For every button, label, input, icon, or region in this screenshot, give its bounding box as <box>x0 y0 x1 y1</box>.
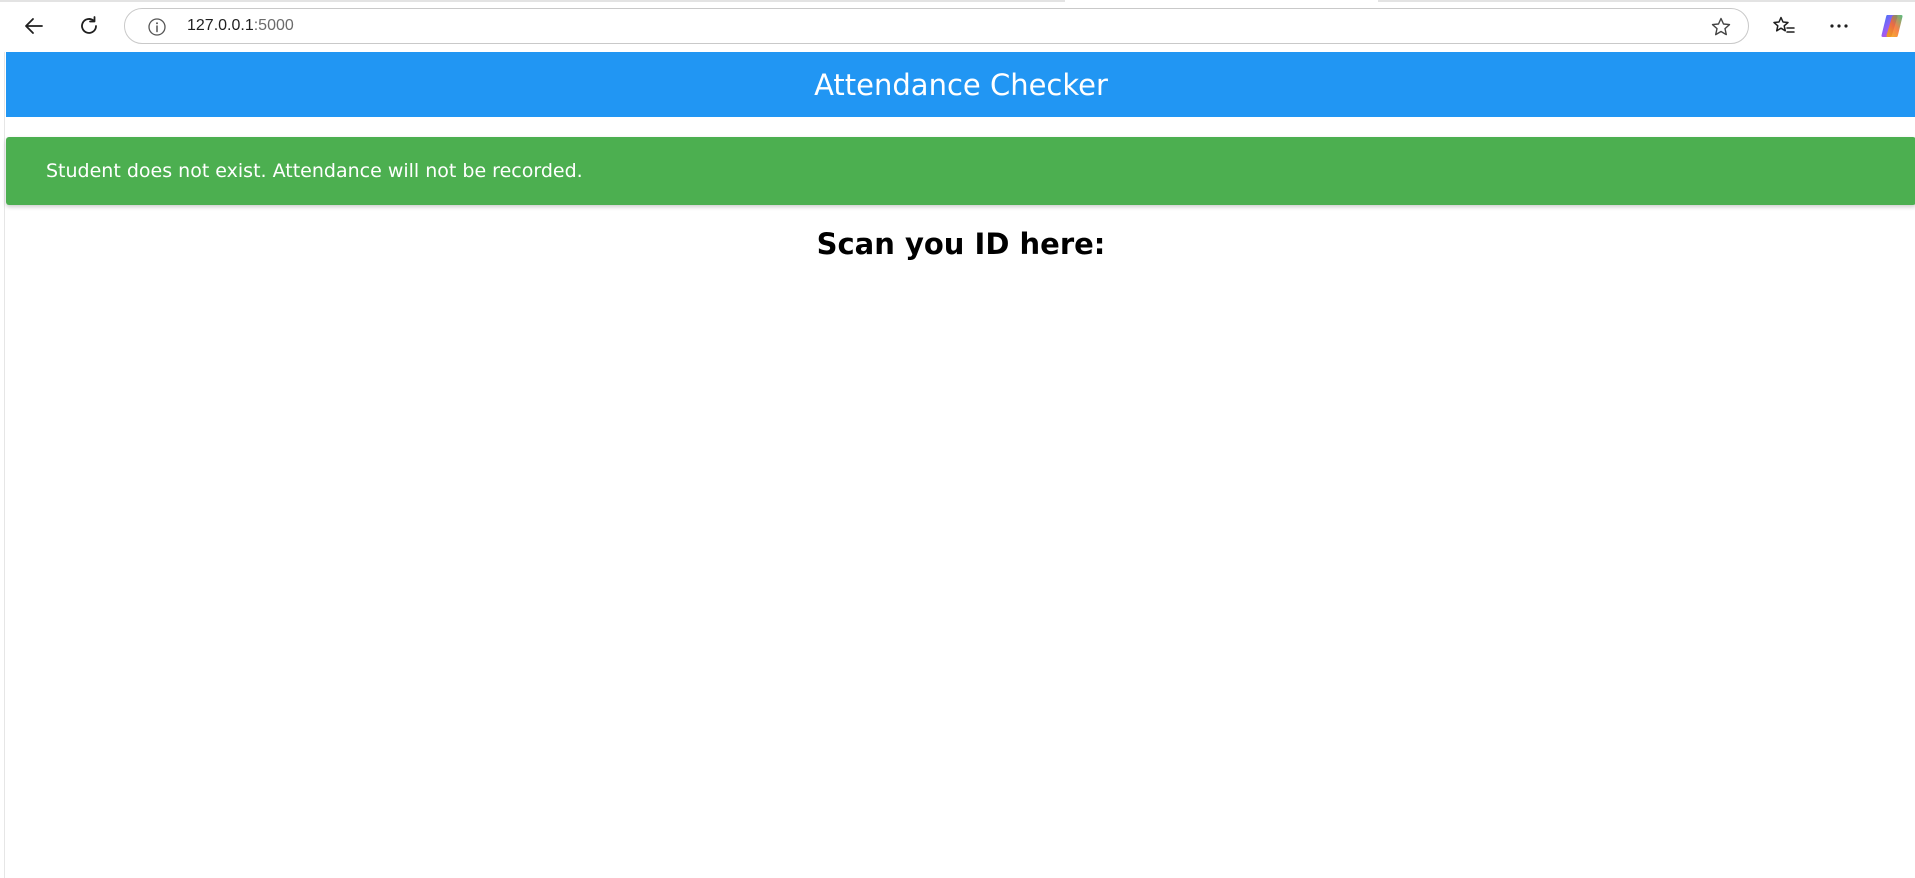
site-info-icon[interactable] <box>147 17 167 37</box>
favorites-icon <box>1772 15 1796 37</box>
copilot-button[interactable] <box>1874 8 1910 44</box>
page-viewport: Attendance Checker Student does not exis… <box>4 52 1915 878</box>
tab-strip-edge <box>1378 0 1915 2</box>
alert-message: Student does not exist. Attendance will … <box>46 160 583 182</box>
reload-button[interactable] <box>71 8 107 44</box>
url-host: 127.0.0.1 <box>187 17 254 34</box>
address-bar[interactable]: 127.0.0.1:5000 <box>124 8 1749 44</box>
more-icon <box>1828 15 1850 37</box>
tab-strip-edge <box>0 0 1065 2</box>
url-text[interactable]: 127.0.0.1:5000 <box>187 9 294 43</box>
browser-toolbar: 127.0.0.1:5000 <box>0 0 1915 52</box>
url-port: :5000 <box>253 17 294 34</box>
reload-icon <box>78 15 100 37</box>
copilot-icon <box>1878 12 1906 40</box>
back-arrow-icon <box>23 15 45 37</box>
favorites-button[interactable] <box>1766 8 1802 44</box>
star-icon[interactable] <box>1710 16 1732 38</box>
more-button[interactable] <box>1821 8 1857 44</box>
scan-prompt-heading: Scan you ID here: <box>816 227 1106 261</box>
page-title: Attendance Checker <box>814 67 1108 102</box>
status-alert: Student does not exist. Attendance will … <box>6 137 1915 205</box>
back-button[interactable] <box>16 8 52 44</box>
app-header: Attendance Checker <box>6 52 1915 117</box>
